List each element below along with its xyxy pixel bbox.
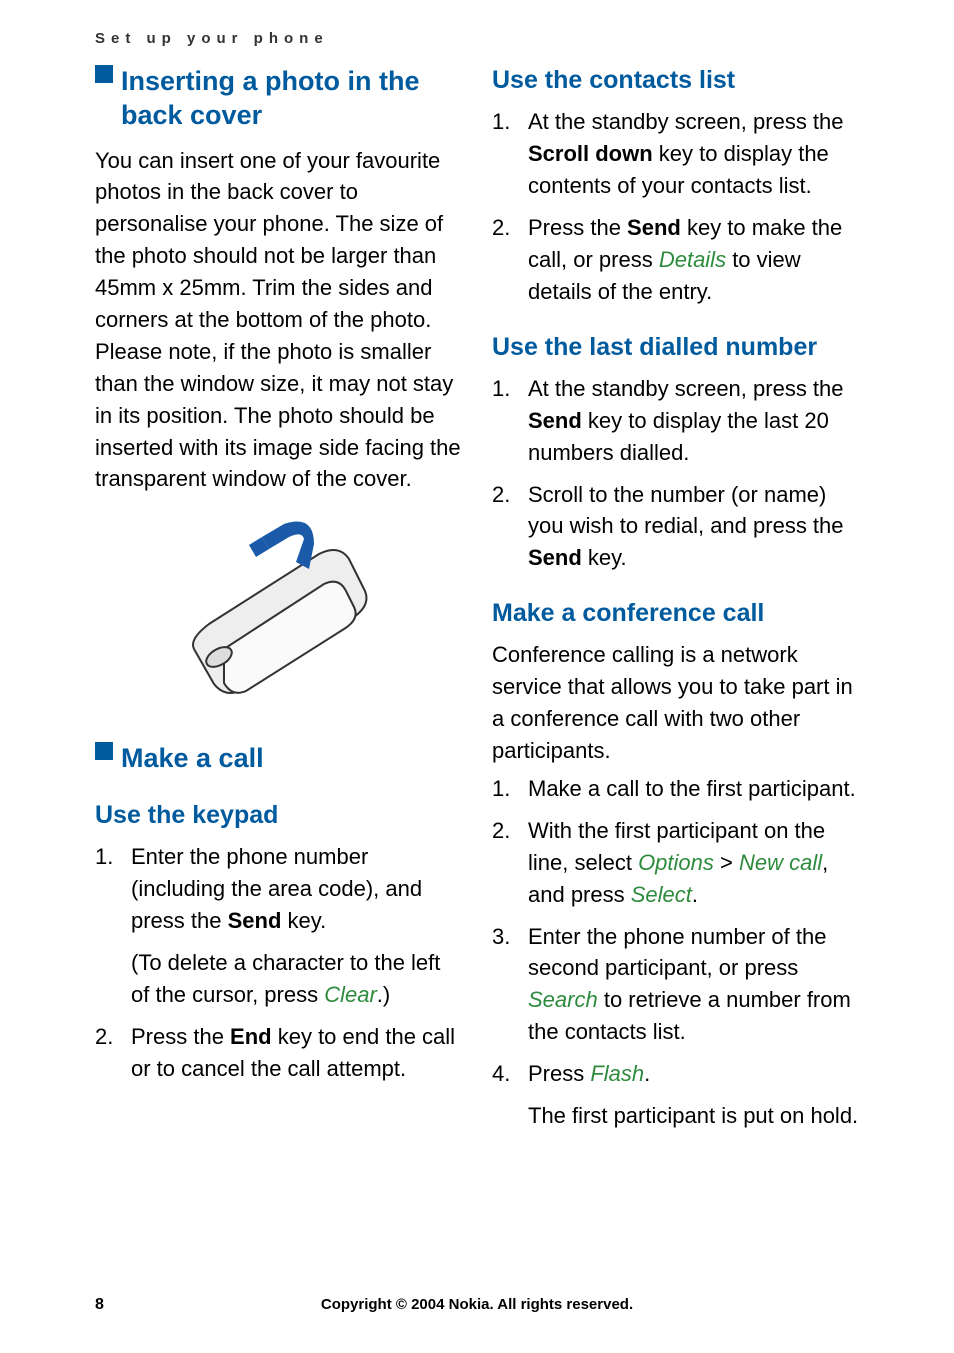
step-text: Press Flash. xyxy=(528,1061,650,1086)
list-item: 4. Press Flash. The first participant is… xyxy=(492,1058,859,1132)
subheading-use-keypad: Use the keypad xyxy=(95,800,462,831)
list-item: 3. Enter the phone number of the second … xyxy=(492,921,859,1049)
step-note: (To delete a character to the left of th… xyxy=(131,947,462,1011)
step-text: With the first participant on the line, … xyxy=(528,818,828,907)
list-item: 2. Press the End key to end the call or … xyxy=(95,1021,462,1085)
left-column: Inserting a photo in the back cover You … xyxy=(95,65,462,1142)
right-column: Use the contacts list 1. At the standby … xyxy=(492,65,859,1142)
list-item: 2. Scroll to the number (or name) you wi… xyxy=(492,479,859,575)
step-text: Press the End key to end the call or to … xyxy=(131,1024,455,1081)
phone-cover-illustration xyxy=(95,509,462,724)
content-columns: Inserting a photo in the back cover You … xyxy=(95,65,859,1142)
heading-text: Inserting a photo in the back cover xyxy=(121,65,462,133)
subheading-conference-call: Make a conference call xyxy=(492,598,859,629)
step-number: 2. xyxy=(492,815,510,847)
list-item: 1. Make a call to the first participant. xyxy=(492,773,859,805)
list-item: 1. At the standby screen, press the Scro… xyxy=(492,106,859,202)
step-number: 2. xyxy=(95,1021,113,1053)
section-heading-make-call: Make a call xyxy=(95,742,462,776)
conference-steps: 1. Make a call to the first participant.… xyxy=(492,773,859,1132)
step-text: Scroll to the number (or name) you wish … xyxy=(528,482,844,571)
step-number: 1. xyxy=(95,841,113,873)
step-text: Enter the phone number (including the ar… xyxy=(131,844,422,933)
step-number: 3. xyxy=(492,921,510,953)
list-item: 2. Press the Send key to make the call, … xyxy=(492,212,859,308)
contacts-steps: 1. At the standby screen, press the Scro… xyxy=(492,106,859,307)
step-text: Press the Send key to make the call, or … xyxy=(528,215,842,304)
step-text: At the standby screen, press the Send ke… xyxy=(528,376,844,465)
list-item: 1. At the standby screen, press the Send… xyxy=(492,373,859,469)
list-item: 2. With the first participant on the lin… xyxy=(492,815,859,911)
step-number: 1. xyxy=(492,373,510,405)
cover-svg xyxy=(164,509,394,719)
step-text: Make a call to the first participant. xyxy=(528,776,856,801)
section-heading-inserting-photo: Inserting a photo in the back cover xyxy=(95,65,462,133)
heading-text: Make a call xyxy=(121,742,462,776)
square-bullet-icon xyxy=(95,65,113,83)
subheading-last-dialled: Use the last dialled number xyxy=(492,332,859,363)
step-number: 1. xyxy=(492,106,510,138)
step-note: The first participant is put on hold. xyxy=(528,1100,859,1132)
page-footer: 8 Copyright © 2004 Nokia. All rights res… xyxy=(95,1296,859,1313)
step-number: 1. xyxy=(492,773,510,805)
square-bullet-icon xyxy=(95,742,113,760)
page-number: 8 xyxy=(95,1296,104,1314)
step-text: Enter the phone number of the second par… xyxy=(528,924,851,1045)
subheading-contacts-list: Use the contacts list xyxy=(492,65,859,96)
step-text: At the standby screen, press the Scroll … xyxy=(528,109,844,198)
copyright-text: Copyright © 2004 Nokia. All rights reser… xyxy=(95,1296,859,1313)
keypad-steps: 1. Enter the phone number (including the… xyxy=(95,841,462,1084)
list-item: 1. Enter the phone number (including the… xyxy=(95,841,462,1010)
step-number: 4. xyxy=(492,1058,510,1090)
paragraph-inserting-photo: You can insert one of your favourite pho… xyxy=(95,145,462,496)
last-dialled-steps: 1. At the standby screen, press the Send… xyxy=(492,373,859,574)
step-number: 2. xyxy=(492,479,510,511)
paragraph-conference: Conference calling is a network service … xyxy=(492,639,859,767)
running-header: Set up your phone xyxy=(95,30,859,47)
step-number: 2. xyxy=(492,212,510,244)
